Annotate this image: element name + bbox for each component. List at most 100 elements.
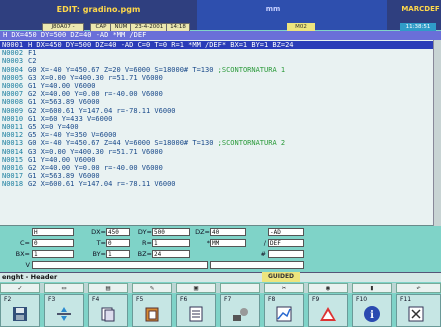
softkey-f10[interactable]: F10 i bbox=[352, 294, 392, 327]
program-line[interactable]: N0018 G2 X=600.61 Y=147.04 r=-78.11 V6000 bbox=[0, 180, 433, 188]
dz-label: DZ= bbox=[195, 228, 210, 236]
battery-softkey[interactable]: ▮ bbox=[352, 283, 392, 293]
softkey-f4[interactable]: F4 bbox=[88, 294, 128, 327]
display-icon: ▣ bbox=[193, 284, 199, 292]
blank-softkey[interactable] bbox=[220, 283, 260, 293]
ad-field[interactable]: -AD bbox=[268, 228, 304, 236]
display-softkey[interactable]: ▣ bbox=[176, 283, 216, 293]
line-code-text: G1 Y=40.00 V6000 bbox=[28, 155, 96, 164]
line-number: N0012 bbox=[2, 131, 24, 140]
line-code-text: G3 X=0.00 Y=400.30 r=51.71 V6000 bbox=[28, 73, 163, 82]
v-field[interactable] bbox=[32, 261, 208, 269]
r-field[interactable]: 1 bbox=[152, 239, 190, 247]
line-code: G2 X=40.00 Y=0.00 r=-40.00 V6000 bbox=[28, 164, 163, 172]
softkey-label: F7 bbox=[224, 296, 232, 303]
disk-icon: ◉ bbox=[325, 284, 331, 292]
line-code-text: G5 X=-40 Y=350 V=6000 bbox=[28, 131, 117, 140]
program-line[interactable]: N0004 G0 X=-40 Y=450.67 Z=20 V=6000 S=180… bbox=[0, 66, 433, 74]
line-number: N0006 bbox=[2, 82, 24, 90]
line-code: G1 Y=40.00 V6000 bbox=[28, 82, 95, 90]
program-line[interactable]: N0007 G2 X=40.00 Y=0.00 r=-40.00 V6000 bbox=[0, 90, 433, 98]
softkey-f11[interactable]: F11 bbox=[396, 294, 441, 327]
bz-field[interactable]: 24 bbox=[152, 250, 190, 258]
m-code-indicator: M02 bbox=[287, 23, 315, 31]
softkey-f3[interactable]: F3 bbox=[44, 294, 84, 327]
program-line[interactable]: N0011 G5 X=0 Y=400 bbox=[0, 123, 433, 131]
save-icon bbox=[11, 305, 29, 323]
line-code: F1 bbox=[28, 49, 36, 57]
c-field[interactable]: 0 bbox=[32, 239, 74, 247]
program-editor[interactable]: N0001 H DX=450 DY=500 DZ=40 -AD C=0 T=0 R… bbox=[0, 40, 433, 226]
check-icon: ✓ bbox=[17, 284, 23, 292]
program-line[interactable]: N0009 G2 X=600.61 Y=147.04 r=-78.11 V6000 bbox=[0, 107, 433, 115]
line-number: N0003 bbox=[2, 57, 24, 66]
program-line[interactable]: N0001 H DX=450 DY=500 DZ=40 -AD C=0 T=0 R… bbox=[0, 41, 433, 50]
back-softkey[interactable]: ↶ bbox=[396, 283, 441, 293]
bx-field[interactable]: 1 bbox=[32, 250, 74, 258]
t-field[interactable]: 0 bbox=[106, 239, 130, 247]
t-label: T= bbox=[96, 239, 106, 247]
window-title: EDIT: gradino.pgm bbox=[56, 5, 141, 14]
line-code: G2 X=600.61 Y=147.04 r=-78.11 V6000 bbox=[28, 107, 176, 115]
line-number: N0007 bbox=[2, 90, 24, 99]
unit-label: mm bbox=[265, 5, 281, 13]
line-number: N0013 bbox=[2, 139, 24, 148]
line-number: N0004 bbox=[2, 65, 24, 74]
line-number: N0018 bbox=[2, 180, 24, 189]
by-field[interactable]: 1 bbox=[106, 250, 130, 258]
line-code: G1 X=60 Y=433 V=6000 bbox=[28, 115, 112, 123]
dx-label: DX= bbox=[91, 228, 106, 236]
program-line[interactable]: N0003 C2 bbox=[0, 57, 433, 65]
softkey-f5[interactable]: F5 bbox=[132, 294, 172, 327]
program-line[interactable]: N0008 G1 X=563.89 V6000 bbox=[0, 98, 433, 106]
line-comment: ;SCONTORNATURA 2 bbox=[217, 139, 286, 148]
program-line[interactable]: N0006 G1 Y=40.00 V6000 bbox=[0, 82, 433, 90]
softkey-f9[interactable]: F9 bbox=[308, 294, 348, 327]
program-line[interactable]: N0005 G3 X=0.00 Y=400.30 r=51.71 V6000 bbox=[0, 74, 433, 82]
disk-softkey[interactable]: ◉ bbox=[308, 283, 348, 293]
mm-field[interactable]: MM bbox=[210, 239, 246, 247]
line-code: G3 X=0.00 Y=400.30 r=51.71 V6000 bbox=[28, 74, 163, 82]
line-code-text: G1 X=563.89 V6000 bbox=[28, 172, 100, 181]
tool-softkey[interactable]: ✂ bbox=[264, 283, 304, 293]
def-field[interactable]: DEF bbox=[268, 239, 304, 247]
check-softkey[interactable]: ✓ bbox=[0, 283, 40, 293]
dy-field[interactable]: 500 bbox=[152, 228, 190, 236]
h-field[interactable]: H bbox=[32, 228, 74, 236]
dy-label: DY= bbox=[137, 228, 152, 236]
dz-field[interactable]: 40 bbox=[210, 228, 246, 236]
tools-icon bbox=[231, 305, 249, 323]
clock-field: 11:38:51 bbox=[400, 23, 436, 31]
softkey-f6[interactable]: F6 bbox=[176, 294, 216, 327]
program-line[interactable]: N0012 G5 X=-40 Y=350 V=6000 bbox=[0, 131, 433, 139]
comment-field[interactable] bbox=[210, 261, 304, 269]
softkey-f2[interactable]: F2 bbox=[0, 294, 40, 327]
program-line[interactable]: N0016 G2 X=40.00 Y=0.00 r=-40.00 V6000 bbox=[0, 164, 433, 172]
program-line[interactable]: N0010 G1 X=60 Y=433 V=6000 bbox=[0, 115, 433, 123]
line-code: G5 X=-40 Y=350 V=6000 bbox=[28, 131, 117, 139]
window-softkey[interactable]: ▭ bbox=[44, 283, 84, 293]
program-line[interactable]: N0002 F1 bbox=[0, 49, 433, 57]
softkey-label: F6 bbox=[180, 296, 188, 303]
program-line[interactable]: N0013 G0 X=-40 Y=450.67 Z=44 V=6000 S=180… bbox=[0, 139, 433, 147]
line-code-text: F1 bbox=[28, 49, 37, 58]
bx-label: BX= bbox=[15, 250, 30, 258]
softkey-f7[interactable]: F7 bbox=[220, 294, 260, 327]
program-line[interactable]: N0017 G1 X=563.89 V6000 bbox=[0, 172, 433, 180]
pen-softkey[interactable]: ✎ bbox=[132, 283, 172, 293]
softkey-label: F4 bbox=[92, 296, 100, 303]
line-number: N0008 bbox=[2, 98, 24, 107]
line-number: N0016 bbox=[2, 164, 24, 172]
program-line[interactable]: N0015 G1 Y=40.00 V6000 bbox=[0, 156, 433, 164]
hash-field[interactable] bbox=[268, 250, 304, 258]
document-softkey[interactable]: ▤ bbox=[88, 283, 128, 293]
line-number: N0011 bbox=[2, 123, 24, 131]
editor-scrollbar[interactable] bbox=[433, 40, 441, 226]
softkey-f8[interactable]: F8 bbox=[264, 294, 304, 327]
status-bar bbox=[0, 272, 441, 282]
line-code-text: G5 X=0 Y=400 bbox=[28, 123, 79, 131]
battery-icon: ▮ bbox=[369, 284, 375, 292]
dx-field[interactable]: 450 bbox=[106, 228, 130, 236]
program-line[interactable]: N0014 G3 X=0.00 Y=400.30 r=51.71 V6000 bbox=[0, 148, 433, 156]
window-icon: ▭ bbox=[61, 284, 67, 292]
